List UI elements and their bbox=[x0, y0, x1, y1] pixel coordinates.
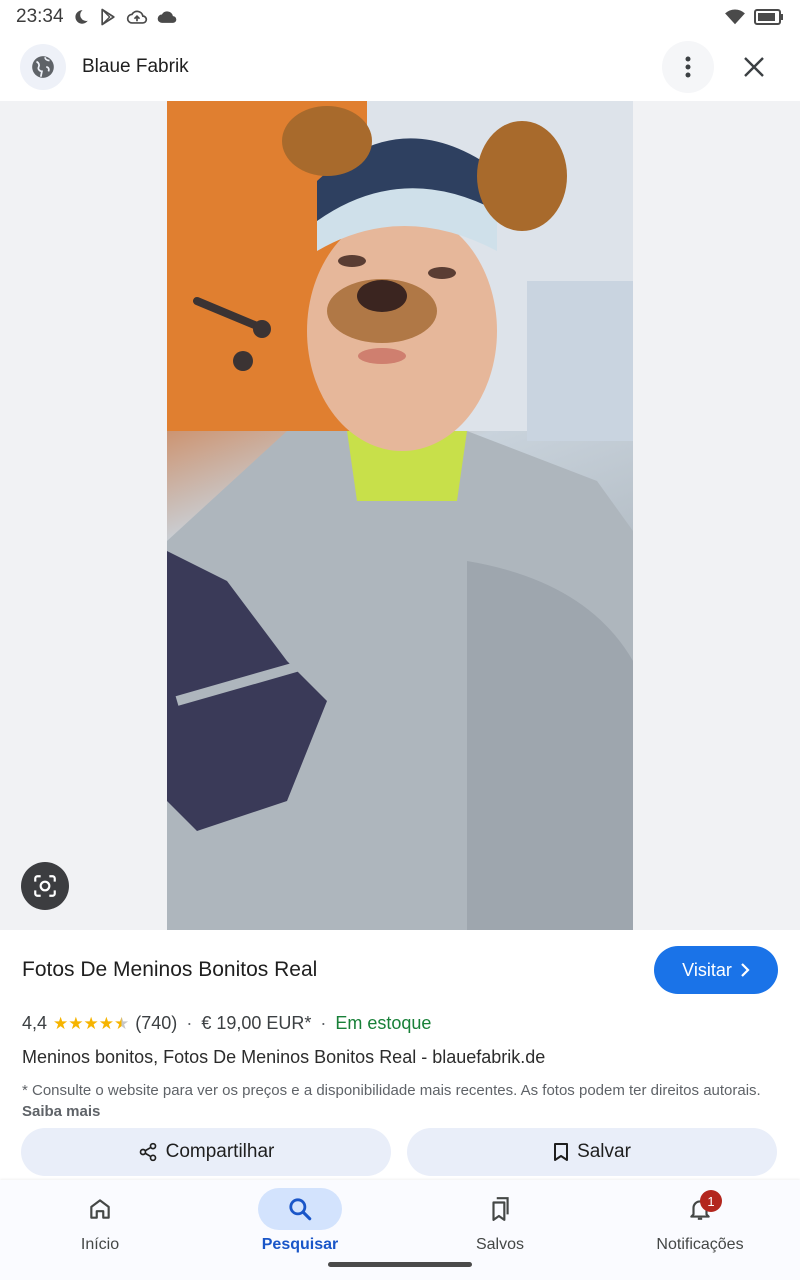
result-description: Meninos bonitos, Fotos De Meninos Bonito… bbox=[22, 1047, 546, 1067]
cloud-icon bbox=[157, 11, 176, 23]
visit-button[interactable]: Visitar bbox=[654, 946, 778, 994]
title-row: Fotos De Meninos Bonitos Real Visitar bbox=[22, 930, 778, 1010]
star-icon: ★ bbox=[83, 1013, 99, 1033]
image-viewer bbox=[0, 101, 800, 930]
meta-row: 4,4 ★ ★ ★ ★ ★ (740) · € 19,00 EUR* · Em … bbox=[22, 1010, 778, 1036]
nav-label-notifications: Notificações bbox=[656, 1236, 744, 1253]
action-row: Compartilhar Salvar bbox=[21, 1128, 777, 1176]
battery-icon bbox=[754, 9, 783, 25]
wifi-icon bbox=[725, 9, 745, 25]
home-icon bbox=[90, 1199, 110, 1219]
rating-value: 4,4 bbox=[22, 1012, 48, 1033]
nav-icon-wrap bbox=[58, 1188, 142, 1230]
more-options-button[interactable] bbox=[662, 41, 714, 93]
header: Blaue Fabrik bbox=[0, 34, 800, 100]
nav-item-notifications[interactable]: 1 Notificações bbox=[600, 1188, 800, 1254]
more-vert-icon bbox=[685, 56, 691, 78]
share-button[interactable]: Compartilhar bbox=[21, 1128, 391, 1176]
review-count: (740) bbox=[135, 1012, 178, 1033]
header-actions bbox=[662, 41, 780, 93]
share-icon bbox=[139, 1142, 156, 1162]
product-title: Fotos De Meninos Bonitos Real bbox=[22, 958, 318, 981]
save-button[interactable]: Salvar bbox=[407, 1128, 777, 1176]
availability: Em estoque bbox=[335, 1012, 432, 1033]
result-image-art bbox=[167, 101, 633, 930]
search-icon bbox=[289, 1198, 312, 1221]
result-info: Fotos De Meninos Bonitos Real Visitar 4,… bbox=[0, 930, 800, 1122]
google-lens-icon bbox=[34, 875, 56, 897]
nav-label-home: Início bbox=[80, 1236, 120, 1253]
save-label: Salvar bbox=[577, 1141, 631, 1162]
chevron-right-icon bbox=[741, 963, 750, 977]
nav-label-saved: Salvos bbox=[475, 1236, 525, 1253]
result-image[interactable] bbox=[167, 101, 633, 930]
lens-search-button[interactable] bbox=[21, 862, 69, 910]
star-half-icon: ★ bbox=[114, 1013, 130, 1033]
moon-icon bbox=[74, 10, 88, 24]
disclaimer-text: * Consulte o website para ver os preços … bbox=[22, 1082, 761, 1099]
nav-label-search: Pesquisar bbox=[261, 1236, 339, 1253]
nav-icon-wrap: 1 bbox=[658, 1188, 742, 1230]
separator-dot: · bbox=[186, 1012, 193, 1033]
nav-icon-wrap bbox=[458, 1188, 542, 1230]
notification-badge: 1 bbox=[700, 1190, 722, 1212]
visit-label: Visitar bbox=[682, 959, 732, 980]
nav-icon-wrap bbox=[258, 1188, 342, 1230]
star-icon: ★ bbox=[53, 1013, 69, 1033]
close-icon bbox=[744, 57, 764, 77]
star-icon: ★ bbox=[98, 1013, 115, 1033]
close-button[interactable] bbox=[728, 41, 780, 93]
share-label: Compartilhar bbox=[165, 1141, 275, 1162]
nav-item-home[interactable]: Início bbox=[0, 1188, 200, 1254]
site-favicon[interactable] bbox=[20, 44, 66, 90]
status-icons-right bbox=[724, 8, 784, 26]
bookmarks-icon bbox=[492, 1197, 509, 1221]
learn-more-link[interactable]: Saiba mais bbox=[22, 1103, 100, 1120]
bookmark-icon bbox=[554, 1143, 569, 1161]
rating-stars: ★ ★ ★ ★ ★ bbox=[53, 1015, 129, 1032]
status-time: 23:34 bbox=[16, 6, 64, 27]
star-icon: ★ bbox=[68, 1013, 84, 1033]
separator-dot: · bbox=[320, 1012, 327, 1033]
site-name[interactable]: Blaue Fabrik bbox=[82, 56, 189, 78]
play-store-icon bbox=[100, 8, 115, 26]
cloud-upload-icon bbox=[126, 10, 147, 24]
status-icons-left bbox=[72, 7, 178, 27]
nav-item-saved[interactable]: Salvos bbox=[400, 1188, 600, 1254]
disclaimer: * Consulte o website para ver os preços … bbox=[22, 1080, 778, 1122]
globe-icon bbox=[32, 56, 54, 78]
home-indicator[interactable] bbox=[328, 1262, 472, 1267]
status-bar: 23:34 bbox=[0, 0, 800, 34]
nav-item-search[interactable]: Pesquisar bbox=[200, 1188, 400, 1254]
price: € 19,00 EUR* bbox=[201, 1012, 312, 1033]
